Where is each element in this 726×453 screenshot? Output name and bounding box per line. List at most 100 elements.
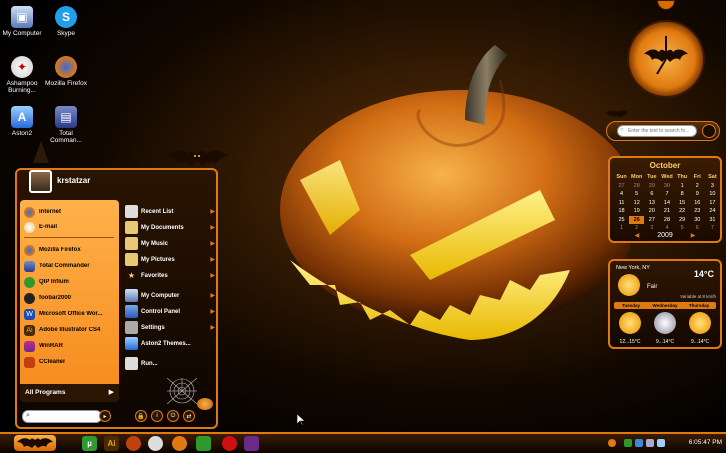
desktop-icon-my-computer[interactable]: ▣ My Computer [0, 6, 44, 37]
start-item-recent-list[interactable]: Recent List ▶ [125, 204, 215, 219]
calendar-day[interactable]: 12 [629, 199, 644, 208]
clock-face [644, 36, 688, 75]
start-item-my-pictures[interactable]: My Pictures ▶ [125, 252, 215, 267]
start-item-aston2-themes[interactable]: Aston2 Themes... [125, 336, 215, 351]
search-widget-input[interactable] [617, 125, 697, 137]
desktop-icon-firefox[interactable]: Mozilla Firefox [44, 56, 88, 87]
start-item-settings[interactable]: Settings ▶ [125, 320, 215, 335]
search-go-button[interactable] [702, 124, 716, 138]
taskbar-calculator[interactable] [196, 436, 211, 451]
clock-widget[interactable] [627, 20, 705, 98]
calendar-day[interactable]: 19 [629, 207, 644, 216]
start-item-run[interactable]: Run... [125, 356, 215, 371]
sun-icon [689, 312, 711, 334]
calendar-day[interactable]: 26 [629, 215, 645, 224]
tray-plus-icon[interactable] [608, 439, 616, 447]
recent-icon [125, 205, 138, 218]
weather-temp: 14°C [693, 269, 714, 279]
taskbar-utorrent[interactable]: µ [82, 436, 97, 451]
desktop-icon-skype[interactable]: S Skype [44, 6, 88, 37]
taskbar-flower[interactable] [172, 436, 187, 451]
calendar-day[interactable]: 31 [705, 216, 720, 225]
calendar-day[interactable]: 17 [705, 199, 720, 208]
calendar-day[interactable]: 6 [644, 190, 659, 199]
taskbar-clock[interactable]: 6:05:47 PM [689, 439, 722, 446]
calendar-day[interactable]: 3 [705, 182, 720, 191]
start-item-firefox[interactable]: Mozilla Firefox [24, 243, 118, 257]
taskbar-alien[interactable] [148, 436, 163, 451]
calendar-day[interactable]: 9 [690, 190, 705, 199]
calendar-day[interactable]: 1 [675, 182, 690, 191]
switch-icon[interactable]: ⇄ [183, 410, 195, 422]
calendar-month: October [649, 161, 681, 170]
tray-network-icon[interactable] [624, 439, 632, 447]
calendar-weekday: Sun [616, 174, 627, 181]
calendar-day[interactable]: 27 [644, 216, 659, 225]
calendar-day[interactable]: 4 [614, 190, 629, 199]
start-item-control-panel[interactable]: Control Panel ▶ [125, 304, 215, 319]
power-icon[interactable]: ⏻ [167, 410, 179, 422]
calendar-prev-button[interactable]: ◀ [635, 233, 640, 239]
calendar-next-button[interactable]: ▶ [691, 233, 696, 239]
calendar-day[interactable]: 11 [614, 199, 629, 208]
start-item-total-commander[interactable]: Total Commander [24, 259, 118, 273]
calendar-day[interactable]: 14 [659, 199, 674, 208]
taskbar-illustrator[interactable]: Ai [104, 436, 119, 451]
calendar-weekday: Wed [661, 174, 673, 181]
calendar-day[interactable]: 5 [629, 190, 644, 199]
tray-display-icon[interactable] [657, 439, 665, 447]
calendar-day[interactable]: 24 [705, 207, 720, 216]
desktop-icon-ashampoo[interactable]: ✦ Ashampoo Burning... [0, 56, 44, 94]
calendar-day[interactable]: 30 [659, 182, 674, 191]
start-search-input[interactable]: ⌕ [22, 410, 102, 423]
calendar-day[interactable]: 22 [675, 207, 690, 216]
start-item-ccleaner[interactable]: CCleaner [24, 355, 118, 369]
calendar-day[interactable]: 30 [690, 216, 705, 225]
user-avatar[interactable] [29, 170, 52, 193]
start-item-my-music[interactable]: My Music ▶ [125, 236, 215, 251]
taskbar-floppy[interactable] [244, 436, 259, 451]
tray-security-icon[interactable] [635, 439, 643, 447]
desktop-icon-total-commander[interactable]: ▤ Total Comman... [44, 106, 88, 144]
start-item-word[interactable]: W Microsoft Office Wor... [24, 307, 118, 321]
all-programs-button[interactable]: All Programs ▶ [20, 384, 119, 402]
taskbar: µ Ai 6:05:47 PM [0, 432, 726, 453]
calendar-year-row: ◀ 2009 ▶ [610, 232, 720, 239]
taskbar-opera[interactable] [222, 436, 237, 451]
calendar-day[interactable]: 16 [690, 199, 705, 208]
calendar-day[interactable]: 29 [644, 182, 659, 191]
lock-icon[interactable]: 🔒 [135, 410, 147, 422]
calendar-day[interactable]: 18 [614, 207, 629, 216]
calendar-day[interactable]: 20 [644, 207, 659, 216]
start-item-winrar[interactable]: WinRAR [24, 339, 118, 353]
calendar-day[interactable]: 15 [675, 199, 690, 208]
taskbar-ccleaner[interactable] [126, 436, 141, 451]
desktop-icon-aston2[interactable]: A Aston2 [0, 106, 44, 137]
calendar-day[interactable]: 27 [614, 182, 629, 191]
start-item-qip[interactable]: QIP Infium [24, 275, 118, 289]
calendar-day[interactable]: 2 [690, 182, 705, 191]
start-item-my-documents[interactable]: My Documents ▶ [125, 220, 215, 235]
calendar-day[interactable]: 13 [644, 199, 659, 208]
calendar-day[interactable]: 28 [659, 216, 674, 225]
calendar-day[interactable]: 28 [629, 182, 644, 191]
search-go-button[interactable]: ▸ [99, 410, 111, 422]
calendar-day[interactable]: 8 [675, 190, 690, 199]
start-item-email[interactable]: E-mail [24, 220, 118, 234]
calendar-day[interactable]: 29 [675, 216, 690, 225]
calendar-day[interactable]: 7 [659, 190, 674, 199]
start-item-favorites[interactable]: ★ Favorites ▶ [125, 268, 215, 283]
start-item-internet[interactable]: Internet [24, 205, 118, 219]
calendar-day[interactable]: 21 [659, 207, 674, 216]
start-item-my-computer[interactable]: My Computer ▶ [125, 288, 215, 303]
calendar-day[interactable]: 10 [705, 190, 720, 199]
calendar-day[interactable]: 25 [614, 216, 629, 225]
sun-icon [618, 274, 640, 296]
start-button[interactable] [14, 435, 56, 451]
info-icon[interactable]: i [151, 410, 163, 422]
aston-icon: A [11, 106, 33, 128]
calendar-day[interactable]: 23 [690, 207, 705, 216]
start-item-illustrator[interactable]: Ai Adobe Illustrator CS4 [24, 323, 118, 337]
start-item-foobar[interactable]: foobar2000 [24, 291, 118, 305]
tray-monitor-icon[interactable] [646, 439, 654, 447]
